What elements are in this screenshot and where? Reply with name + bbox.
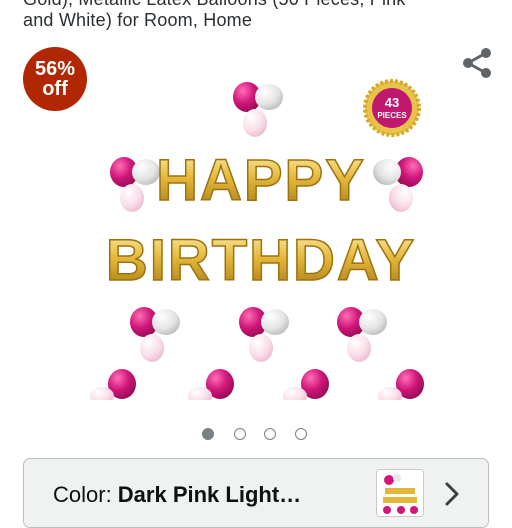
- color-value: Dark Pink Light…: [117, 482, 302, 507]
- share-icon[interactable]: [460, 46, 494, 80]
- carousel-dots: [200, 428, 316, 444]
- color-selector-text: Color: Dark Pink Light…: [53, 482, 301, 508]
- product-title-line-1: Gold), Metallic Latex Balloons (50 Piece…: [23, 0, 406, 10]
- discount-off-label: off: [42, 78, 68, 100]
- carousel-dot-4[interactable]: [295, 428, 307, 440]
- product-title-line-2: and White) for Room, Home: [23, 10, 253, 30]
- banner-happy: HAPPY: [156, 148, 366, 213]
- color-label: Color:: [53, 482, 118, 507]
- carousel-dot-2[interactable]: [234, 428, 246, 440]
- product-image[interactable]: 43 PIECES HAPPY BIRTHDAY: [80, 78, 440, 400]
- banner-birthday: BIRTHDAY: [106, 228, 416, 293]
- carousel-dot-1[interactable]: [202, 428, 214, 440]
- chevron-right-icon[interactable]: [442, 481, 462, 507]
- color-selector[interactable]: Color: Dark Pink Light…: [23, 458, 489, 528]
- carousel-dot-3[interactable]: [264, 428, 276, 440]
- pieces-count: 43: [385, 95, 399, 110]
- pieces-seal: 43 PIECES: [363, 79, 421, 137]
- pieces-label: PIECES: [377, 111, 407, 120]
- discount-badge: 56% off: [23, 47, 87, 111]
- color-swatch-thumbnail[interactable]: [376, 469, 424, 517]
- discount-percent: 56%: [34, 58, 76, 80]
